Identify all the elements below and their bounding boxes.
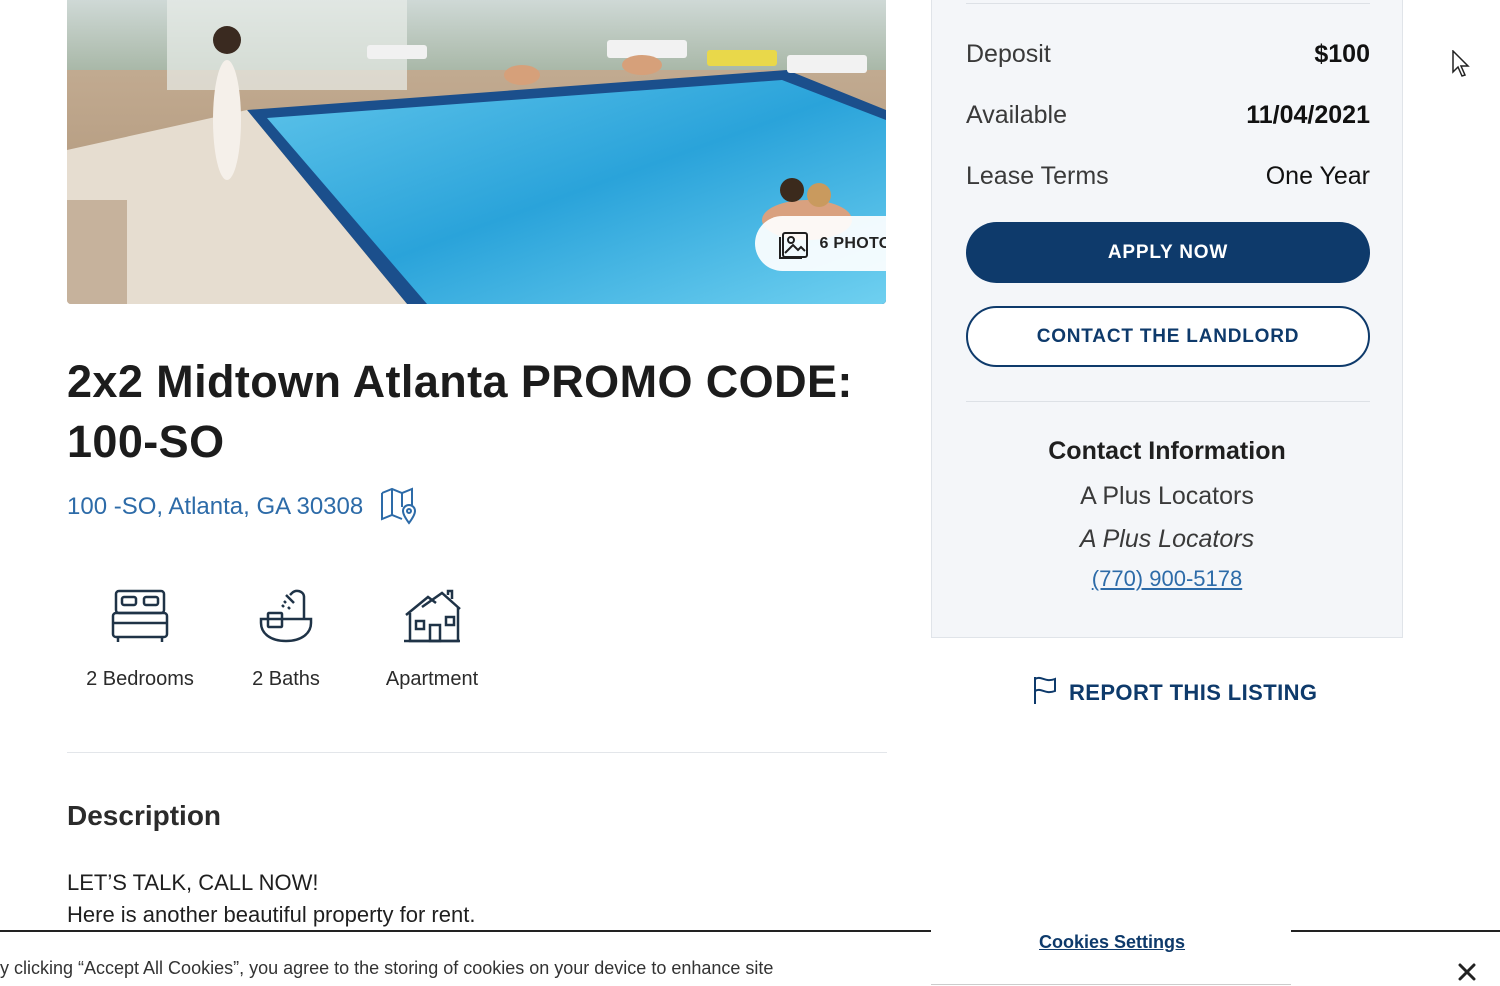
cookie-banner-border [1291,930,1500,932]
flag-icon [1031,675,1059,711]
cookies-settings-link[interactable]: Cookies Settings [1039,932,1185,953]
listing-address-row: 100 -SO, Atlanta, GA 30308 [67,487,419,527]
lease-terms-value: One Year [1265,162,1370,190]
mouse-cursor-icon [1452,49,1470,83]
panel-divider [966,3,1370,4]
report-listing-link[interactable]: REPORT THIS LISTING [1031,675,1317,711]
listing-summary-panel: Deposit $100 Available 11/04/2021 Lease … [931,0,1403,638]
map-pin-icon[interactable] [379,485,419,530]
feature-label: 2 Bedrooms [86,668,194,690]
listing-hero-photo[interactable]: 6 PHOTOS [67,0,886,304]
address-link[interactable]: 100 -SO, Atlanta, GA 30308 [67,493,363,521]
apply-now-button[interactable]: APPLY NOW [966,222,1370,283]
description-line: LET’S TALK, CALL NOW! [67,870,319,895]
bed-icon [110,580,170,650]
feature-label: 2 Baths [252,668,320,690]
contact-phone-link[interactable]: (770) 900-5178 [932,566,1402,592]
deposit-row: Deposit $100 [966,40,1370,69]
panel-divider [966,401,1370,402]
description-heading: Description [67,800,222,831]
close-icon[interactable] [1455,960,1479,984]
report-listing-label: REPORT THIS LISTING [1069,680,1318,705]
available-row: Available 11/04/2021 [966,101,1370,130]
feature-label: Apartment [385,668,479,690]
gallery-icon [777,227,811,261]
photos-count-label: 6 PHOTOS [819,234,886,252]
available-value: 11/04/2021 [1246,101,1370,129]
available-label: Available [966,101,1068,129]
bath-icon [256,580,316,650]
feature-bedrooms: 2 Bedrooms [67,580,213,691]
cookie-banner-border [931,984,1291,985]
contact-company: A Plus Locators [1079,525,1255,553]
lease-terms-label: Lease Terms [966,162,1109,190]
feature-type: Apartment [359,580,505,691]
cookie-banner-border [0,930,931,932]
view-photos-button[interactable]: 6 PHOTOS [755,216,886,271]
listing-features: 2 Bedrooms 2 Baths Apartment [67,580,505,691]
cookie-consent-text: y clicking “Accept All Cookies”, you agr… [0,958,774,978]
deposit-label: Deposit [966,40,1051,68]
contact-landlord-button[interactable]: CONTACT THE LANDLORD [966,306,1370,367]
deposit-value: $100 [1314,40,1370,68]
contact-name: A Plus Locators [1080,482,1254,510]
description-line: Here is another beautiful property for r… [67,902,476,927]
apartment-icon [402,580,462,650]
listing-title: 2x2 Midtown Atlanta PROMO CODE: 100-SO [67,356,853,467]
lease-terms-row: Lease Terms One Year [966,162,1370,191]
feature-baths: 2 Baths [213,580,359,691]
contact-info-heading: Contact Information [1048,437,1286,465]
section-divider [67,752,887,753]
